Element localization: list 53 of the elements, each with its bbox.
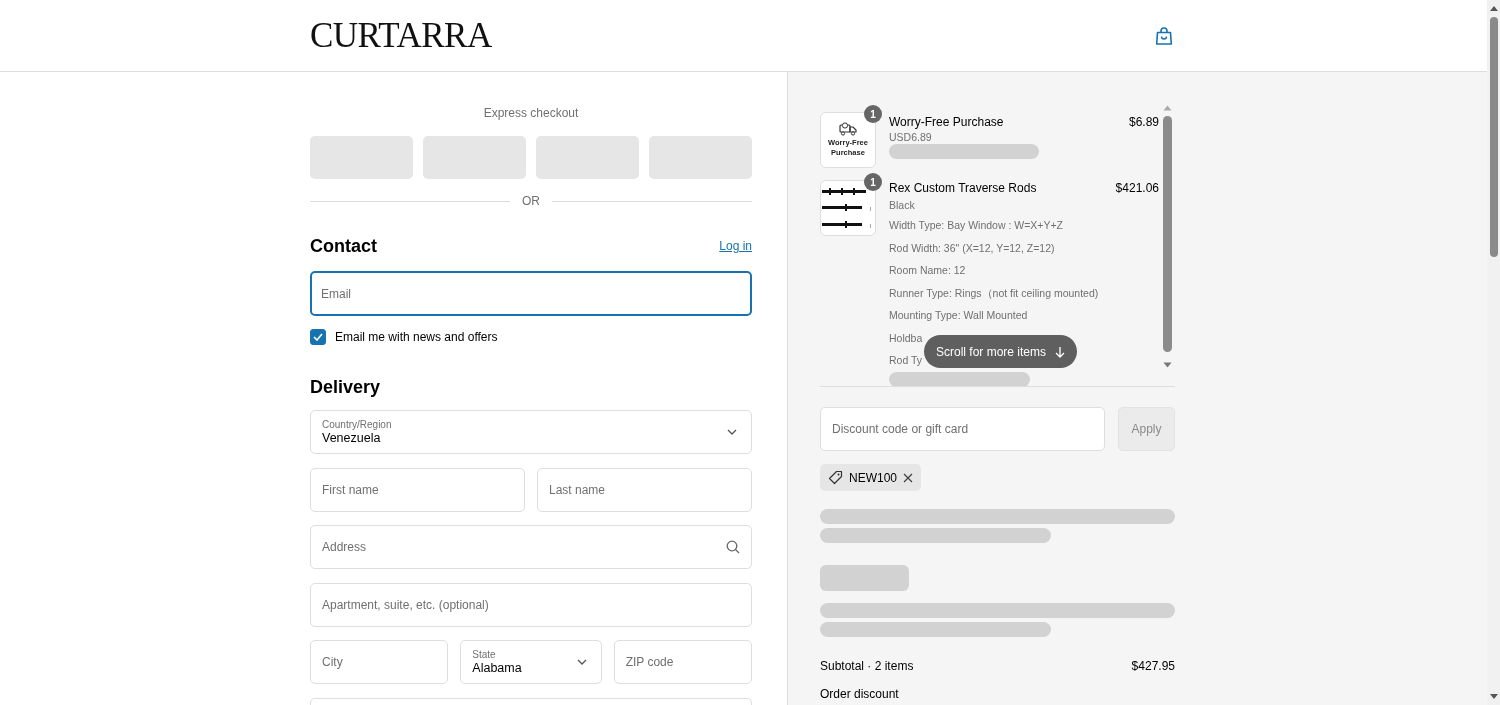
summary-value: $427.95 xyxy=(1131,658,1175,675)
quantity-badge: 1 xyxy=(864,105,882,123)
select-field[interactable]: State Alabama xyxy=(460,640,602,684)
scroll-thumb[interactable] xyxy=(1489,17,1498,257)
summary-label: Subtotal · 2 items xyxy=(820,658,914,675)
input-field[interactable]: Address xyxy=(310,525,752,569)
chevron-down-icon xyxy=(576,659,587,665)
input-field[interactable]: First name xyxy=(310,467,525,512)
scroll-thumb[interactable] xyxy=(1162,116,1172,352)
login-link[interactable]: Log in xyxy=(719,239,752,253)
item-detail: Width Type: Bay Window : W=X+Y+Z xyxy=(889,218,1063,233)
shopping-bag-icon[interactable] xyxy=(1155,25,1173,46)
item-price: $421.06 xyxy=(1115,180,1159,197)
checkbox-label: Email me with news and offers xyxy=(335,330,498,344)
input-field[interactable]: Apartment, suite, etc. (optional) xyxy=(310,582,752,627)
section-heading: Contact xyxy=(310,235,377,258)
item-price: $6.89 xyxy=(1128,114,1159,131)
item-detail: Runner Type: Rings（not fit ceiling mounted) xyxy=(889,285,1099,301)
check-icon xyxy=(313,333,323,341)
discount-field[interactable]: Discount code or gift card xyxy=(820,407,1105,451)
item-detail: Rod Ty xyxy=(889,353,923,368)
item-detail: Holdba xyxy=(889,330,923,346)
page-scrollbar[interactable] xyxy=(1487,0,1500,705)
scroll-down-icon[interactable] xyxy=(1162,362,1172,368)
item-detail: Mounting Type: Wall Mounted xyxy=(889,308,1028,323)
input-field[interactable]: ZIP code xyxy=(613,640,752,684)
summary-label: Order discount xyxy=(820,686,899,703)
scroll-hint-button[interactable]: Scroll for more items xyxy=(924,335,1078,368)
close-icon[interactable] xyxy=(903,472,914,483)
item-detail: Rod Width: 36" (X=12, Y=12, Z=12) xyxy=(889,240,1055,256)
product-thumbnail xyxy=(820,180,876,236)
item-name: Rex Custom Traverse Rods xyxy=(889,180,1038,196)
input-field[interactable]: City xyxy=(310,640,449,684)
discount-code: NEW100 xyxy=(849,470,898,485)
select-field[interactable]: Country/Region Venezuela xyxy=(310,410,752,454)
tag-icon xyxy=(828,470,843,485)
input-field[interactable]: Last name xyxy=(537,467,752,512)
store-logo[interactable]: CURTARRA xyxy=(310,15,492,56)
chevron-down-icon xyxy=(727,429,737,435)
separator-label: OR xyxy=(522,194,540,208)
item-variant: USD6.89 xyxy=(889,130,933,144)
arrow-down-icon xyxy=(1055,345,1066,358)
item-detail: Room Name: 12 xyxy=(889,263,966,278)
item-variant: Black xyxy=(889,198,916,213)
email-field[interactable]: Email xyxy=(310,271,752,316)
quantity-badge: 1 xyxy=(864,173,882,191)
search-icon xyxy=(726,540,740,554)
item-name: Worry-Free Purchase xyxy=(889,114,1005,130)
express-checkout-title: Express checkout xyxy=(482,105,580,121)
section-heading: Delivery xyxy=(310,376,381,399)
scroll-down-icon[interactable] xyxy=(1489,694,1498,699)
checkbox[interactable] xyxy=(310,329,326,345)
scroll-up-icon[interactable] xyxy=(1489,6,1498,11)
